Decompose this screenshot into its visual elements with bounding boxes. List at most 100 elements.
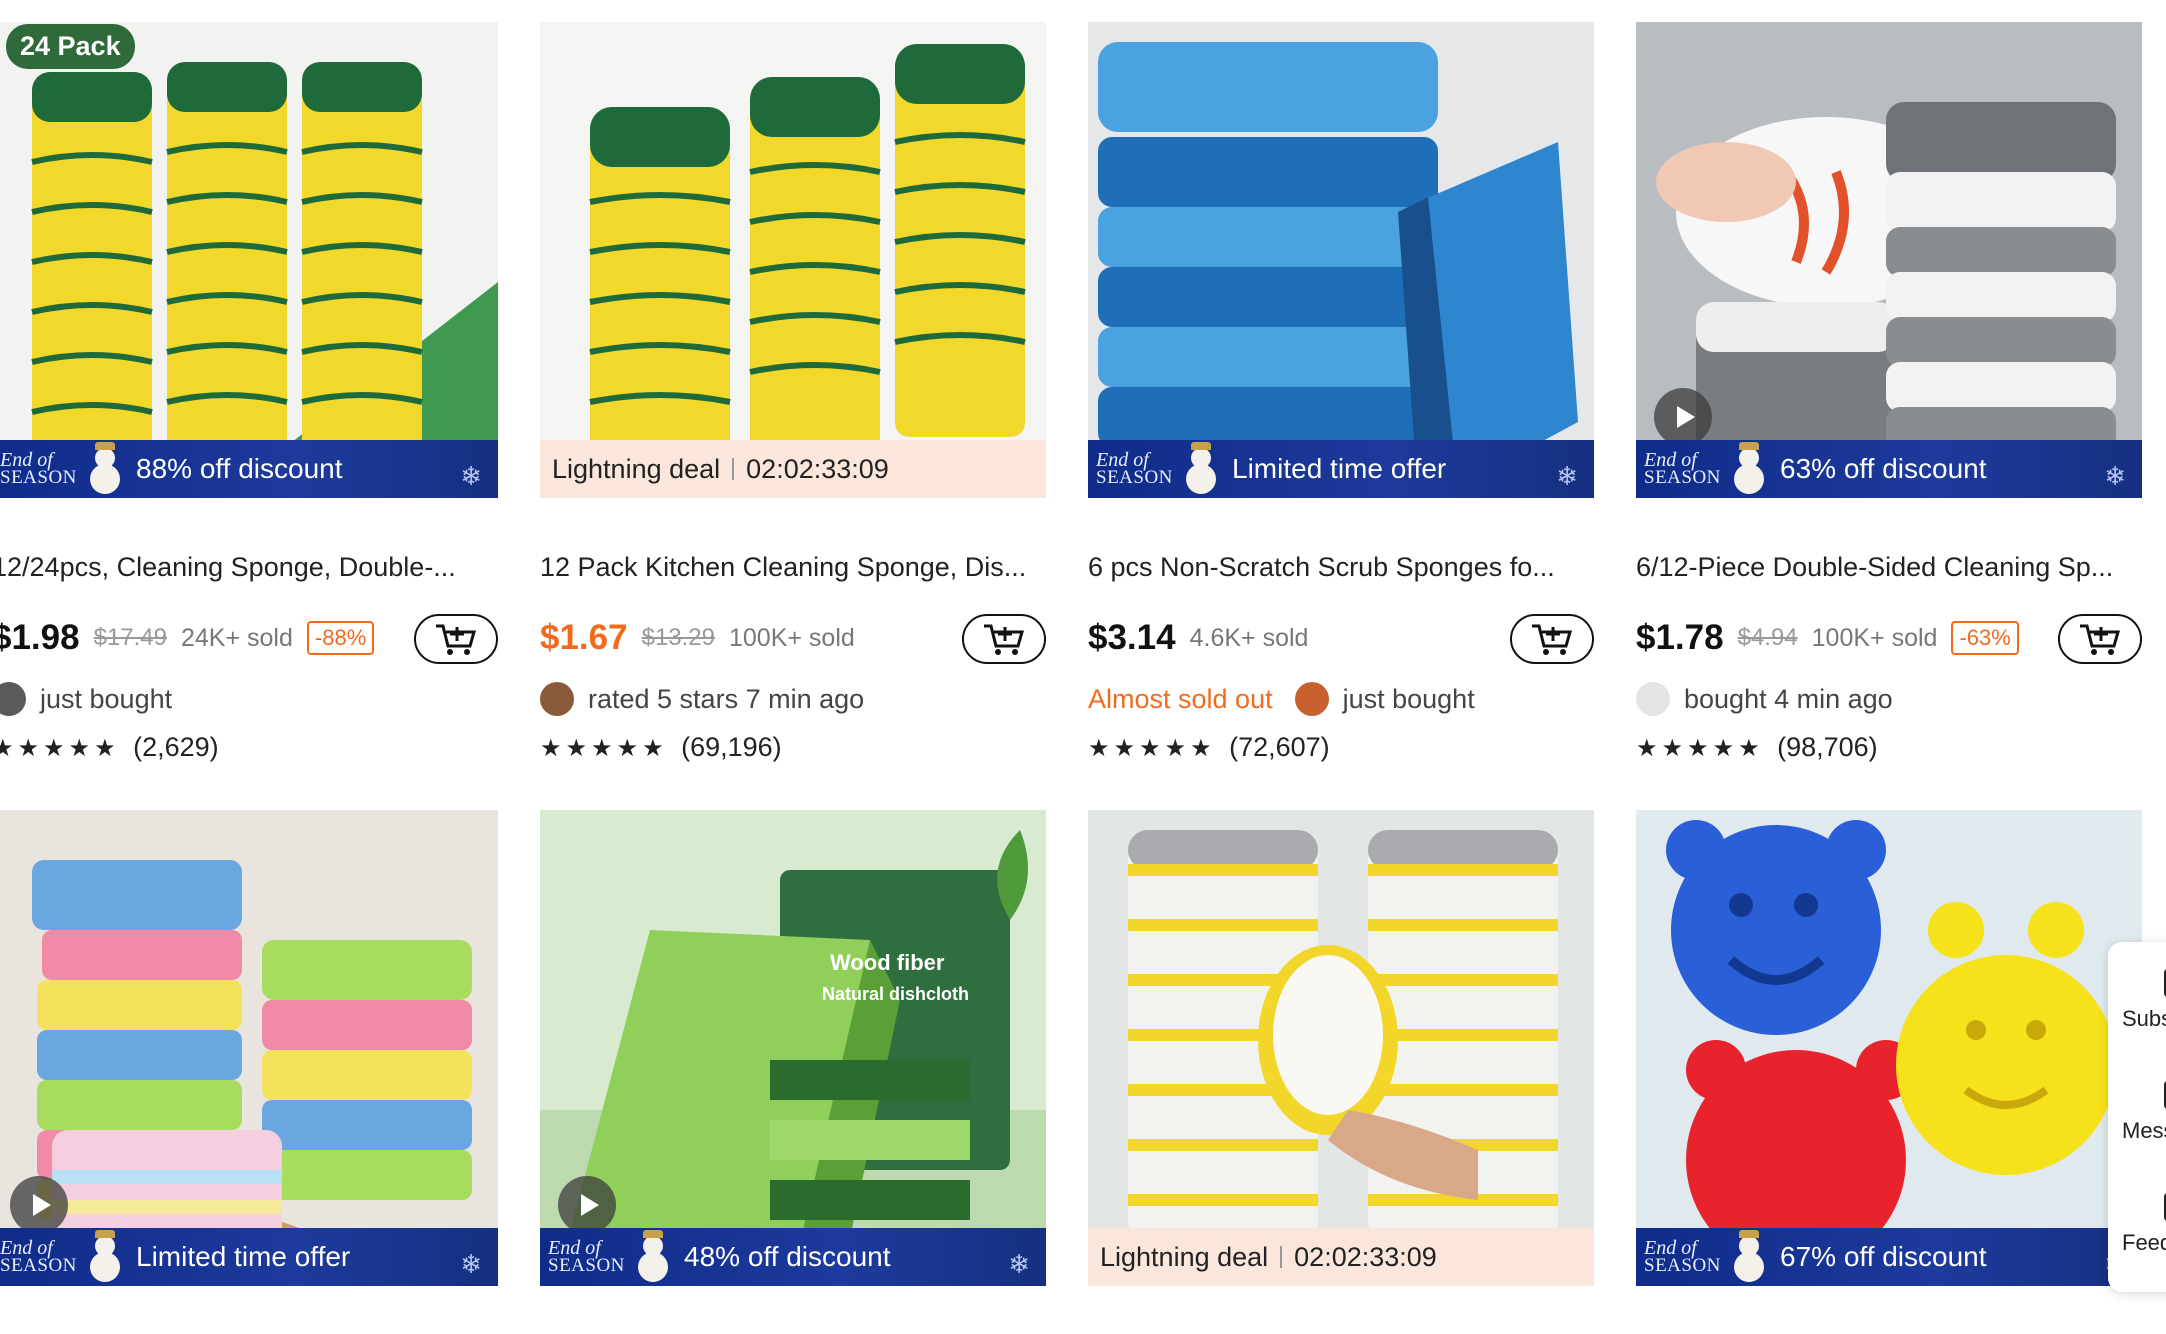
snowman-icon [82, 442, 126, 496]
side-item-label: Subs [2122, 1006, 2166, 1031]
almost-sold-out-label: Almost sold out [1088, 683, 1273, 714]
product-image[interactable]: Lightning deal 02:02:33:09 [1088, 810, 1594, 1286]
deal-timer: 02:02:33:09 [746, 453, 889, 484]
product-photo [1636, 22, 2142, 498]
original-price: $13.29 [641, 624, 715, 651]
snowflake-icon: ❄ [1556, 461, 1578, 491]
product-photo [1088, 810, 1594, 1286]
promo-text: Limited time offer [136, 1241, 351, 1272]
product-title[interactable]: 6 pcs Non-Scratch Scrub Sponges fo... [1088, 552, 1594, 583]
side-item-feedback[interactable]: Feed [2122, 1192, 2166, 1256]
promo-text: 63% off discount [1780, 453, 1987, 484]
rating-count: (98,706) [1777, 732, 1878, 762]
product-image[interactable]: End of SEASON 63% off discount ❄ [1636, 22, 2142, 498]
product-card[interactable]: End of SEASON Limited time offer ❄ [0, 810, 498, 1334]
price: $3.14 [1088, 618, 1176, 657]
sold-count: 24K+ sold [181, 623, 293, 652]
promo-text: 67% off discount [1780, 1241, 1987, 1272]
product-photo [540, 22, 1046, 498]
product-card[interactable]: Wood fiber Natural dishcloth End of SEASO… [540, 810, 1046, 1334]
add-to-cart-button[interactable] [1510, 614, 1594, 664]
promo-text: 88% off discount [136, 453, 343, 484]
side-item-label: Feed [2122, 1230, 2166, 1255]
sold-count: 100K+ sold [729, 623, 855, 652]
price: $1.67 [540, 618, 628, 657]
rating: ★★★★★ (2,629) [0, 732, 219, 763]
snowman-icon [1178, 442, 1222, 496]
product-image[interactable]: 24 Pack End of SEASON 88% off discount ❄ [0, 22, 498, 498]
price: $1.98 [0, 618, 80, 657]
price-row: $3.14 4.6K+ sold [1088, 610, 1594, 666]
season-logo: End of SEASON [1636, 1228, 1726, 1286]
side-item-subscribe[interactable]: Subs [2122, 968, 2166, 1032]
season-logo: End of SEASON [540, 1228, 630, 1286]
deal-label: Lightning deal [1100, 1241, 1269, 1272]
rating: ★★★★★ (72,607) [1088, 732, 1330, 763]
promo-banner: End of SEASON Limited time offer ❄ [1088, 440, 1594, 498]
product-card[interactable]: End of SEASON 63% off discount ❄ 6/12-Pie… [1636, 22, 2142, 762]
snowflake-icon: ❄ [460, 461, 482, 491]
product-image[interactable]: Lightning deal 02:02:33:09 [540, 22, 1046, 498]
add-to-cart-button[interactable] [962, 614, 1046, 664]
floating-side-panel: Subs Mess Feed [2108, 942, 2166, 1292]
play-video-icon[interactable] [558, 1176, 616, 1234]
star-rating-icon: ★★★★★ [1636, 735, 1764, 762]
promo-banner: End ofSEASON 67% off discount ❄ [1636, 1228, 2142, 1286]
season-line2: SEASON [0, 1255, 77, 1276]
snowflake-icon: ❄ [2104, 461, 2126, 491]
season-logo: End of SEASON [1636, 440, 1726, 498]
star-rating-icon: ★★★★★ [1088, 735, 1216, 762]
play-video-icon[interactable] [1654, 388, 1712, 446]
deal-timer: 02:02:33:09 [1294, 1241, 1437, 1272]
product-card[interactable]: End ofSEASON 67% off discount ❄ [1636, 810, 2142, 1334]
discount-badge: -63% [1951, 621, 2019, 655]
product-image[interactable]: End of SEASON Limited time offer ❄ [0, 810, 498, 1286]
snowman-icon [1726, 442, 1770, 496]
cart-icon [2080, 624, 2120, 655]
season-logo: End of SEASON [1088, 440, 1178, 498]
rating: ★★★★★ (69,196) [540, 732, 782, 763]
deal-label: Lightning deal [552, 453, 721, 484]
sold-count: 100K+ sold [1811, 623, 1938, 652]
discount-badge: -88% [306, 621, 375, 655]
product-card[interactable]: 24 Pack End of SEASON 88% off discount ❄ … [0, 22, 498, 762]
sold-count: 4.6K+ sold [1189, 623, 1309, 652]
product-title[interactable]: 6/12-Piece Double-Sided Cleaning Sp... [1636, 552, 2142, 583]
price-row: $1.98 $17.49 24K+ sold -88% [0, 610, 498, 666]
snowman-icon [1726, 1230, 1770, 1284]
rating-count: (2,629) [133, 732, 219, 762]
star-rating-icon: ★★★★★ [540, 735, 668, 762]
product-image[interactable]: Wood fiber Natural dishcloth End of SEASO… [540, 810, 1046, 1286]
product-card[interactable]: End of SEASON Limited time offer ❄ 6 pcs … [1088, 22, 1594, 762]
product-image[interactable]: End of SEASON Limited time offer ❄ [1088, 22, 1594, 498]
product-title[interactable]: 12/24pcs, Cleaning Sponge, Double-... [0, 552, 498, 583]
play-video-icon[interactable] [10, 1176, 68, 1234]
cart-icon [984, 624, 1024, 655]
product-card[interactable]: Lightning deal 02:02:33:09 12 Pack Kitch… [540, 22, 1046, 762]
side-item-label: Mess [2122, 1118, 2166, 1143]
pack-label-1: Wood fiber [830, 950, 945, 975]
social-proof: Almost sold out just bought [1088, 682, 1475, 716]
season-logo: End of SEASON [0, 440, 82, 498]
add-to-cart-button[interactable] [2058, 614, 2142, 664]
cart-icon [1532, 624, 1572, 655]
social-text: bought 4 min ago [1684, 683, 1893, 714]
star-rating-icon: ★★★★★ [0, 735, 120, 762]
lightning-deal-bar: Lightning deal 02:02:33:09 [1088, 1228, 1594, 1286]
avatar [0, 682, 26, 716]
social-proof: bought 4 min ago [1636, 682, 1893, 716]
product-image[interactable]: End ofSEASON 67% off discount ❄ [1636, 810, 2142, 1286]
rating: ★★★★★ (98,706) [1636, 732, 1878, 763]
product-photo [0, 22, 498, 498]
rating-count: (69,196) [681, 732, 782, 762]
side-item-messages[interactable]: Mess [2122, 1080, 2166, 1144]
add-to-cart-button[interactable] [414, 614, 498, 664]
product-card[interactable]: Lightning deal 02:02:33:09 [1088, 810, 1594, 1334]
original-price: $4.94 [1737, 624, 1798, 651]
product-title[interactable]: 12 Pack Kitchen Cleaning Sponge, Dis... [540, 552, 1046, 583]
product-photo: Wood fiber Natural dishcloth [540, 810, 1046, 1286]
season-line2: SEASON [548, 1255, 625, 1276]
snowman-icon [630, 1230, 674, 1284]
social-proof: rated 5 stars 7 min ago [540, 682, 864, 716]
product-photo [1636, 810, 2142, 1286]
